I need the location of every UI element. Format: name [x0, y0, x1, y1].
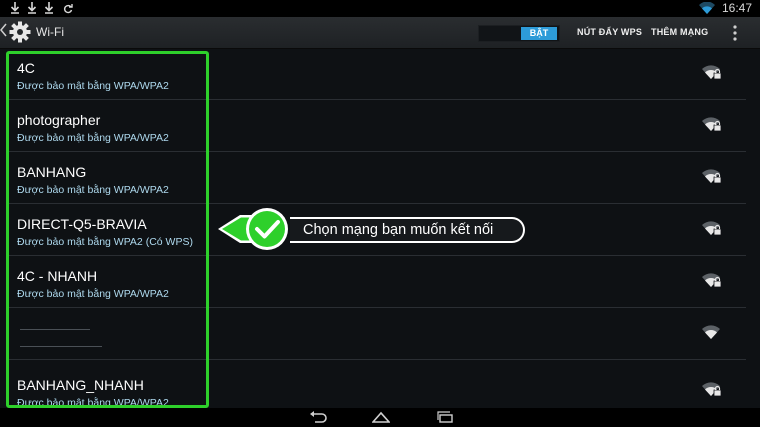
overflow-menu-icon[interactable]: [732, 25, 738, 41]
wifi-locked-signal-icon: [702, 382, 722, 397]
wifi-status-icon: [699, 2, 715, 14]
clock: 16:47: [721, 1, 752, 15]
wifi-toggle[interactable]: BẬT: [478, 25, 560, 42]
wifi-locked-signal-icon: [702, 273, 722, 288]
wifi-locked-signal-icon: [702, 221, 722, 236]
annotation-text: Chọn mạng bạn muốn kết nối: [303, 222, 494, 238]
wifi-toggle-on-label: BẬT: [521, 27, 557, 40]
wifi-locked-signal-icon: [702, 117, 722, 132]
status-bar: 16:47: [0, 0, 760, 17]
recent-apps-icon[interactable]: [436, 411, 454, 423]
download-icon: [27, 2, 37, 14]
page-title: Wi-Fi: [36, 25, 64, 39]
download-icon: [10, 2, 20, 14]
home-icon[interactable]: [372, 411, 390, 423]
wifi-locked-signal-icon: [702, 169, 722, 184]
navigation-bar: [0, 408, 760, 427]
network-list-highlight: [6, 51, 209, 408]
back-icon[interactable]: [309, 411, 327, 423]
back-caret-icon[interactable]: [0, 23, 7, 37]
wps-push-button[interactable]: NÚT ĐẨY WPS: [577, 27, 642, 37]
download-icon: [44, 2, 54, 14]
settings-gear-icon[interactable]: [9, 21, 31, 43]
add-network-button[interactable]: THÊM MẠNG: [651, 27, 708, 37]
action-bar: Wi-Fi BẬT NÚT ĐẨY WPS THÊM MẠNG: [0, 17, 760, 49]
sync-icon: [63, 4, 73, 14]
wifi-open-signal-icon: [702, 325, 720, 339]
wifi-locked-signal-icon: [702, 65, 722, 80]
